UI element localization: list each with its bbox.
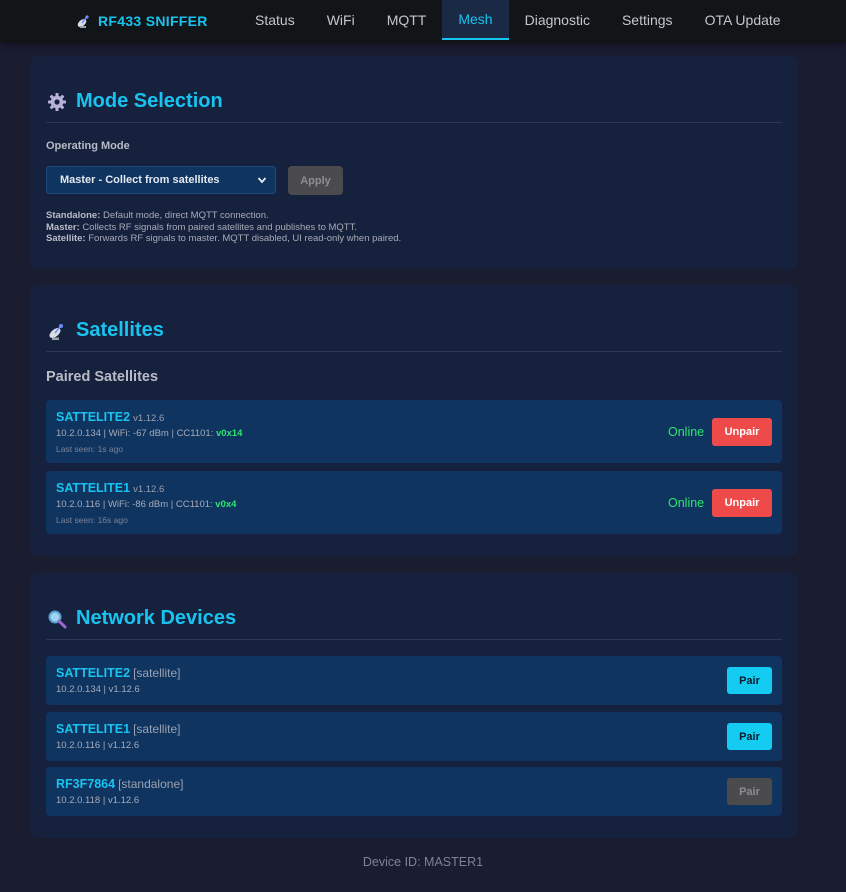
satellite-name: SATTELITE1 v1.12.6: [56, 481, 165, 495]
mode-selection-card: Mode Selection Operating Mode Master - C…: [30, 56, 798, 269]
nav-tabs: Status WiFi MQTT Mesh Diagnostic Setting…: [239, 0, 797, 40]
divider: [46, 122, 782, 123]
operating-mode-label: Operating Mode: [46, 140, 130, 152]
paired-satellite-row: SATTELITE1 v1.12.6 10.2.0.116 | WiFi: -86…: [46, 471, 782, 534]
network-devices-heading: Network Devices: [76, 607, 237, 629]
operating-mode-select[interactable]: Master - Collect from satellites: [46, 166, 276, 194]
network-device-row: SATTELITE1 [satellite] 10.2.0.116 | v1.12…: [46, 712, 782, 761]
mode-selection-title: Mode Selection: [46, 90, 223, 113]
network-devices-card: Network Devices SATTELITE2 [satellite] 10…: [30, 573, 798, 838]
device-meta: 10.2.0.118 | v1.12.6: [56, 795, 140, 806]
gear-icon: [46, 91, 68, 113]
brand-title: RF433 SNIFFER: [98, 13, 208, 29]
tab-wifi[interactable]: WiFi: [311, 0, 371, 40]
device-name: SATTELITE2 [satellite]: [56, 666, 181, 680]
divider: [46, 639, 782, 640]
device-name: SATTELITE1 [satellite]: [56, 722, 181, 736]
status-online: Online: [668, 425, 705, 439]
satellite-dish-icon: [76, 13, 92, 29]
satellite-meta: 10.2.0.116 | WiFi: -86 dBm | CC1101: v0x…: [56, 499, 237, 510]
help-line-master: Master: Collects RF signals from paired …: [46, 221, 357, 233]
satellites-card: Satellites Paired Satellites SATTELITE2 v…: [30, 285, 798, 556]
device-id-footer: Device ID: MASTER1: [362, 855, 484, 869]
satellite-meta: 10.2.0.134 | WiFi: -67 dBm | CC1101: v0x…: [56, 428, 243, 439]
tab-mesh[interactable]: Mesh: [442, 0, 509, 40]
network-devices-title: Network Devices: [46, 607, 236, 630]
network-device-row: SATTELITE2 [satellite] 10.2.0.134 | v1.12…: [46, 656, 782, 705]
device-meta: 10.2.0.116 | v1.12.6: [56, 740, 140, 751]
mode-selection-heading: Mode Selection: [76, 90, 223, 112]
tab-ota-update[interactable]: OTA Update: [689, 0, 797, 40]
satellite-last-seen: Last seen: 1s ago: [56, 444, 124, 454]
satellite-dish-icon: [46, 320, 68, 342]
chevron-down-icon: [257, 175, 267, 188]
apply-button[interactable]: Apply: [288, 166, 343, 195]
tab-status[interactable]: Status: [239, 0, 311, 40]
device-name: RF3F7864 [standalone]: [56, 777, 184, 791]
pair-button-disabled[interactable]: Pair: [727, 778, 772, 805]
tab-mqtt[interactable]: MQTT: [371, 0, 443, 40]
pair-button[interactable]: Pair: [727, 667, 772, 694]
help-line-satellite: Satellite: Forwards RF signals to master…: [46, 233, 402, 244]
mode-help-text: Standalone: Default mode, direct MQTT co…: [46, 210, 401, 245]
operating-mode-value: Master - Collect from satellites: [60, 174, 220, 186]
top-navbar: RF433 SNIFFER Status WiFi MQTT Mesh Diag…: [0, 0, 846, 42]
satellite-last-seen: Last seen: 16s ago: [56, 515, 128, 525]
paired-satellites-heading: Paired Satellites: [46, 369, 159, 385]
tab-diagnostic[interactable]: Diagnostic: [509, 0, 606, 40]
magnifier-icon: [46, 608, 68, 630]
network-device-row: RF3F7864 [standalone] 10.2.0.118 | v1.12.…: [46, 767, 782, 816]
tab-settings[interactable]: Settings: [606, 0, 689, 40]
satellite-name: SATTELITE2 v1.12.6: [56, 410, 165, 424]
unpair-button[interactable]: Unpair: [712, 418, 772, 446]
satellites-title: Satellites: [46, 319, 164, 342]
help-line-standalone: Standalone: Default mode, direct MQTT co…: [46, 210, 269, 221]
satellites-heading: Satellites: [76, 319, 164, 341]
paired-satellite-row: SATTELITE2 v1.12.6 10.2.0.134 | WiFi: -67…: [46, 400, 782, 463]
pair-button[interactable]: Pair: [727, 723, 772, 750]
device-meta: 10.2.0.134 | v1.12.6: [56, 684, 140, 695]
unpair-button[interactable]: Unpair: [712, 489, 772, 517]
divider: [46, 351, 782, 352]
brand[interactable]: RF433 SNIFFER: [76, 0, 208, 42]
status-online: Online: [668, 496, 705, 510]
